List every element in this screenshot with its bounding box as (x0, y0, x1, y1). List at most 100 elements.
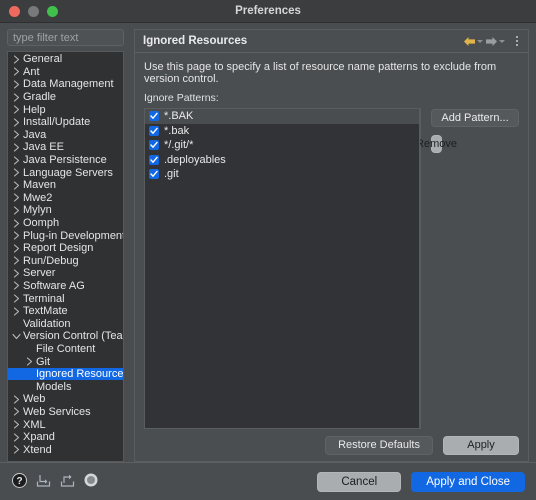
chevron-right-icon[interactable] (10, 67, 23, 76)
chevron-right-icon[interactable] (10, 130, 23, 139)
chevron-right-icon[interactable] (10, 231, 23, 240)
chevron-right-icon[interactable] (10, 118, 23, 127)
pattern-row[interactable]: .deployables (145, 153, 419, 168)
pattern-row[interactable]: .git (145, 167, 419, 182)
pattern-checkbox[interactable] (149, 140, 159, 151)
sidebar-item-validation[interactable]: Validation (8, 317, 123, 330)
chevron-right-icon[interactable] (10, 281, 23, 291)
sidebar-item-java-persistence[interactable]: Java Persistence (8, 154, 123, 167)
sidebar-item-server[interactable]: Server (8, 267, 123, 280)
sidebar-item-install-update[interactable]: Install/Update (8, 116, 123, 129)
help-icon[interactable]: ? (12, 472, 27, 491)
sidebar-item-xml[interactable]: XML (8, 418, 123, 431)
sidebar-item-label: Report Design (23, 242, 94, 255)
chevron-right-icon[interactable] (10, 433, 23, 442)
sidebar-item-ant[interactable]: Ant (8, 66, 123, 79)
sidebar-item-xtend[interactable]: Xtend (8, 443, 123, 456)
chevron-right-icon[interactable] (10, 206, 23, 215)
chevron-right-icon[interactable] (10, 294, 23, 303)
chevron-right-icon[interactable] (23, 357, 36, 366)
import-preferences-icon[interactable] (36, 473, 51, 491)
chevron-right-icon[interactable] (10, 80, 23, 89)
chevron-right-icon[interactable] (10, 105, 23, 114)
pattern-checkbox[interactable] (149, 169, 159, 180)
sidebar-item-report-design[interactable]: Report Design (8, 242, 123, 255)
status-circle-icon[interactable] (84, 473, 98, 490)
chevron-right-icon[interactable] (10, 181, 23, 190)
search-input[interactable] (13, 31, 118, 44)
pattern-checkbox[interactable] (149, 154, 159, 165)
sidebar-item-label: Version Control (Team) (23, 330, 123, 343)
chevron-right-icon[interactable] (10, 445, 23, 454)
export-preferences-icon[interactable] (60, 473, 75, 491)
remove-button[interactable]: Remove (416, 135, 457, 153)
ignore-patterns-list[interactable]: *.BAK *.bak */.git/* .deployables .git (144, 108, 420, 429)
sidebar-item-mylyn[interactable]: Mylyn (8, 204, 123, 217)
chevron-right-icon[interactable] (10, 395, 23, 404)
chevron-right-icon[interactable] (10, 168, 23, 177)
sidebar-item-run-debug[interactable]: Run/Debug (8, 255, 123, 268)
sidebar-item-ignored-resources[interactable]: Ignored Resources (8, 367, 123, 381)
sidebar-item-oomph[interactable]: Oomph (8, 217, 123, 230)
chevron-right-icon[interactable] (10, 307, 23, 316)
sidebar-item-label: Java EE (23, 141, 64, 154)
pattern-row[interactable]: *.bak (145, 124, 419, 139)
sidebar-item-help[interactable]: Help (8, 103, 123, 116)
sidebar-item-web[interactable]: Web (8, 393, 123, 406)
back-button[interactable] (463, 36, 483, 47)
sidebar-item-java-ee[interactable]: Java EE (8, 141, 123, 154)
minimize-button[interactable] (28, 5, 39, 17)
sidebar-item-general[interactable]: General (8, 53, 123, 66)
sidebar-item-language-servers[interactable]: Language Servers (8, 166, 123, 179)
pattern-row[interactable]: *.BAK (145, 109, 419, 124)
forward-dropdown-caret[interactable] (499, 39, 505, 43)
sidebar-item-terminal[interactable]: Terminal (8, 292, 123, 305)
sidebar-item-software-ag[interactable]: Software AG (8, 280, 123, 293)
chevron-right-icon[interactable] (10, 193, 23, 202)
zoom-button[interactable] (47, 5, 58, 17)
sidebar-item-java[interactable]: Java (8, 129, 123, 142)
chevron-right-icon[interactable] (10, 93, 23, 102)
apply-button[interactable]: Apply (443, 435, 519, 455)
chevron-right-icon[interactable] (10, 420, 23, 429)
chevron-right-icon[interactable] (10, 269, 23, 278)
sidebar-item-maven[interactable]: Maven (8, 179, 123, 192)
pattern-checkbox[interactable] (149, 125, 159, 136)
sidebar-item-web-services[interactable]: Web Services (8, 406, 123, 419)
pattern-checkbox[interactable] (149, 111, 159, 122)
sidebar-item-git[interactable]: Git (8, 355, 123, 368)
ignore-patterns-label: Ignore Patterns: (144, 92, 219, 104)
sidebar-item-mwe2[interactable]: Mwe2 (8, 192, 123, 205)
chevron-right-icon[interactable] (10, 155, 23, 165)
list-buttons: Add Pattern... Remove (416, 108, 519, 429)
chevron-right-icon[interactable] (10, 244, 23, 253)
sidebar-item-textmate[interactable]: TextMate (8, 305, 123, 318)
add-pattern-button[interactable]: Add Pattern... (431, 109, 519, 127)
restore-defaults-button[interactable]: Restore Defaults (325, 435, 433, 455)
close-button[interactable] (9, 5, 20, 17)
sidebar-item-plug-in-development[interactable]: Plug-in Development (8, 229, 123, 242)
filter-box[interactable] (7, 29, 124, 46)
forward-button[interactable] (485, 36, 505, 47)
back-dropdown-caret[interactable] (477, 39, 483, 43)
sidebar-item-xpand[interactable]: Xpand (8, 431, 123, 444)
sidebar-item-label: Mylyn (23, 204, 52, 217)
sidebar-item-gradle[interactable]: Gradle (8, 91, 123, 104)
sidebar-item-version-control-team[interactable]: Version Control (Team) (8, 330, 123, 343)
kebab-menu-icon[interactable] (513, 34, 521, 48)
chevron-down-icon[interactable] (10, 333, 23, 340)
sidebar-item-data-management[interactable]: Data Management (8, 78, 123, 91)
sidebar-item-label: Xtend (23, 443, 52, 456)
chevron-right-icon[interactable] (10, 407, 23, 416)
chevron-right-icon[interactable] (10, 143, 23, 152)
chevron-right-icon[interactable] (10, 55, 23, 64)
preferences-tree[interactable]: General Ant Data Management Gradle Help Insta… (7, 51, 124, 462)
cancel-button[interactable]: Cancel (317, 471, 402, 492)
sidebar-item-models[interactable]: Models (8, 380, 123, 393)
chevron-right-icon[interactable] (10, 218, 23, 228)
sidebar-item-label: Mwe2 (23, 191, 53, 204)
apply-and-close-button[interactable]: Apply and Close (411, 471, 525, 492)
chevron-right-icon[interactable] (10, 256, 23, 265)
sidebar-item-file-content[interactable]: File Content (8, 343, 123, 356)
pattern-row[interactable]: */.git/* (145, 138, 419, 153)
